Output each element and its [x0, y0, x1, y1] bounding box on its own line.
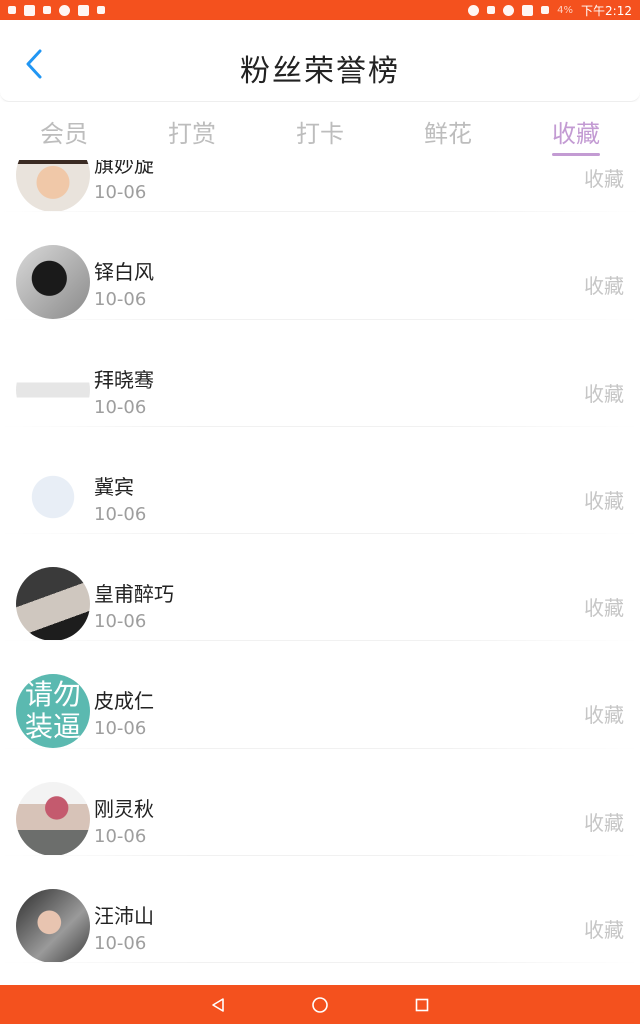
- avatar[interactable]: [16, 781, 90, 856]
- avatar[interactable]: 请勿装逼: [16, 674, 90, 749]
- user-name: 刚灵秋: [94, 796, 154, 821]
- circle-home-icon: [312, 996, 328, 1013]
- favorite-label: 收藏: [584, 596, 624, 621]
- favorite-label: 收藏: [584, 488, 624, 513]
- user-name: 旗妙旋: [94, 160, 154, 177]
- tab-checkin[interactable]: 打卡: [256, 102, 384, 158]
- fan-list-inner: 旗妙旋 10-06 收藏 铎白风 10-06 收藏 拜晓骞 10-06 收藏 冀…: [0, 160, 640, 964]
- list-item[interactable]: 皇甫醉巧 10-06 收藏: [0, 534, 640, 642]
- avatar[interactable]: [16, 567, 90, 642]
- user-date: 10-06: [94, 933, 147, 955]
- triangle-back-icon: [212, 997, 224, 1012]
- image-icon: [24, 4, 35, 16]
- battery-percent: 4%: [557, 4, 574, 16]
- user-name: 汪沛山: [94, 904, 154, 929]
- list-item[interactable]: 铎白风 10-06 收藏: [0, 212, 640, 320]
- location-icon: [468, 4, 480, 16]
- wifi-signal-icon: [522, 4, 534, 16]
- avatar[interactable]: [16, 352, 90, 427]
- user-name: 皮成仁: [94, 689, 154, 714]
- tab-members[interactable]: 会员: [0, 102, 128, 158]
- user-date: 10-06: [94, 611, 147, 633]
- battery-saver-icon: [78, 4, 89, 16]
- status-right: 4% 下午2:12: [468, 2, 632, 19]
- square-recents-icon: [415, 998, 429, 1011]
- header: 粉丝荣誉榜: [0, 20, 640, 102]
- user-date: 10-06: [94, 396, 147, 418]
- avatar[interactable]: [16, 160, 90, 212]
- tab-bar: 会员 打赏 打卡 鲜花 收藏: [0, 102, 640, 158]
- user-name: 冀宾: [94, 474, 134, 499]
- notification-icon: [8, 6, 16, 14]
- avatar[interactable]: [16, 459, 90, 534]
- user-name: 铎白风: [94, 260, 154, 285]
- user-name: 皇甫醉巧: [94, 582, 174, 607]
- clock: 下午2:12: [581, 3, 632, 18]
- list-item[interactable]: 旗妙旋 10-06 收藏: [0, 160, 640, 213]
- favorite-label: 收藏: [584, 274, 624, 299]
- status-left: [8, 4, 105, 16]
- nav-recents-button[interactable]: [406, 989, 438, 1021]
- tab-flowers[interactable]: 鲜花: [384, 102, 512, 158]
- app-icon-2: [97, 6, 105, 14]
- favorite-label: 收藏: [584, 703, 624, 728]
- do-not-disturb-icon: [503, 4, 515, 16]
- tab-tips[interactable]: 打赏: [128, 102, 256, 158]
- status-bar: 4% 下午2:12: [0, 0, 640, 20]
- app-icon: [43, 6, 51, 14]
- favorite-label: 收藏: [584, 167, 624, 191]
- nav-back-button[interactable]: [202, 989, 234, 1021]
- list-item[interactable]: 汪沛山 10-06 收藏: [0, 856, 640, 964]
- avatar[interactable]: [16, 245, 90, 320]
- page-title: 粉丝荣誉榜: [240, 54, 400, 89]
- bluetooth-icon: [487, 6, 496, 14]
- user-date: 10-06: [94, 718, 147, 740]
- list-item[interactable]: 请勿装逼 皮成仁 10-06 收藏: [0, 641, 640, 750]
- wifi-icon: [59, 4, 70, 16]
- list-item[interactable]: 冀宾 10-06 收藏: [0, 427, 640, 535]
- navigation-bar: [0, 985, 640, 1024]
- favorite-label: 收藏: [584, 381, 624, 406]
- battery-icon: [541, 6, 550, 14]
- favorite-label: 收藏: [584, 810, 624, 835]
- user-name: 拜晓骞: [94, 367, 154, 392]
- user-date: 10-06: [94, 289, 147, 311]
- favorite-label: 收藏: [584, 918, 624, 943]
- user-date: 10-06: [94, 182, 147, 203]
- nav-home-button[interactable]: [304, 989, 336, 1021]
- tab-favorites[interactable]: 收藏: [512, 102, 640, 158]
- user-date: 10-06: [94, 503, 147, 525]
- list-item[interactable]: 拜晓骞 10-06 收藏: [0, 320, 640, 428]
- list-item[interactable]: 刚灵秋 10-06 收藏: [0, 749, 640, 857]
- fan-list[interactable]: 旗妙旋 10-06 收藏 铎白风 10-06 收藏 拜晓骞 10-06 收藏 冀…: [0, 160, 640, 985]
- user-date: 10-06: [94, 825, 147, 847]
- avatar[interactable]: [16, 889, 90, 964]
